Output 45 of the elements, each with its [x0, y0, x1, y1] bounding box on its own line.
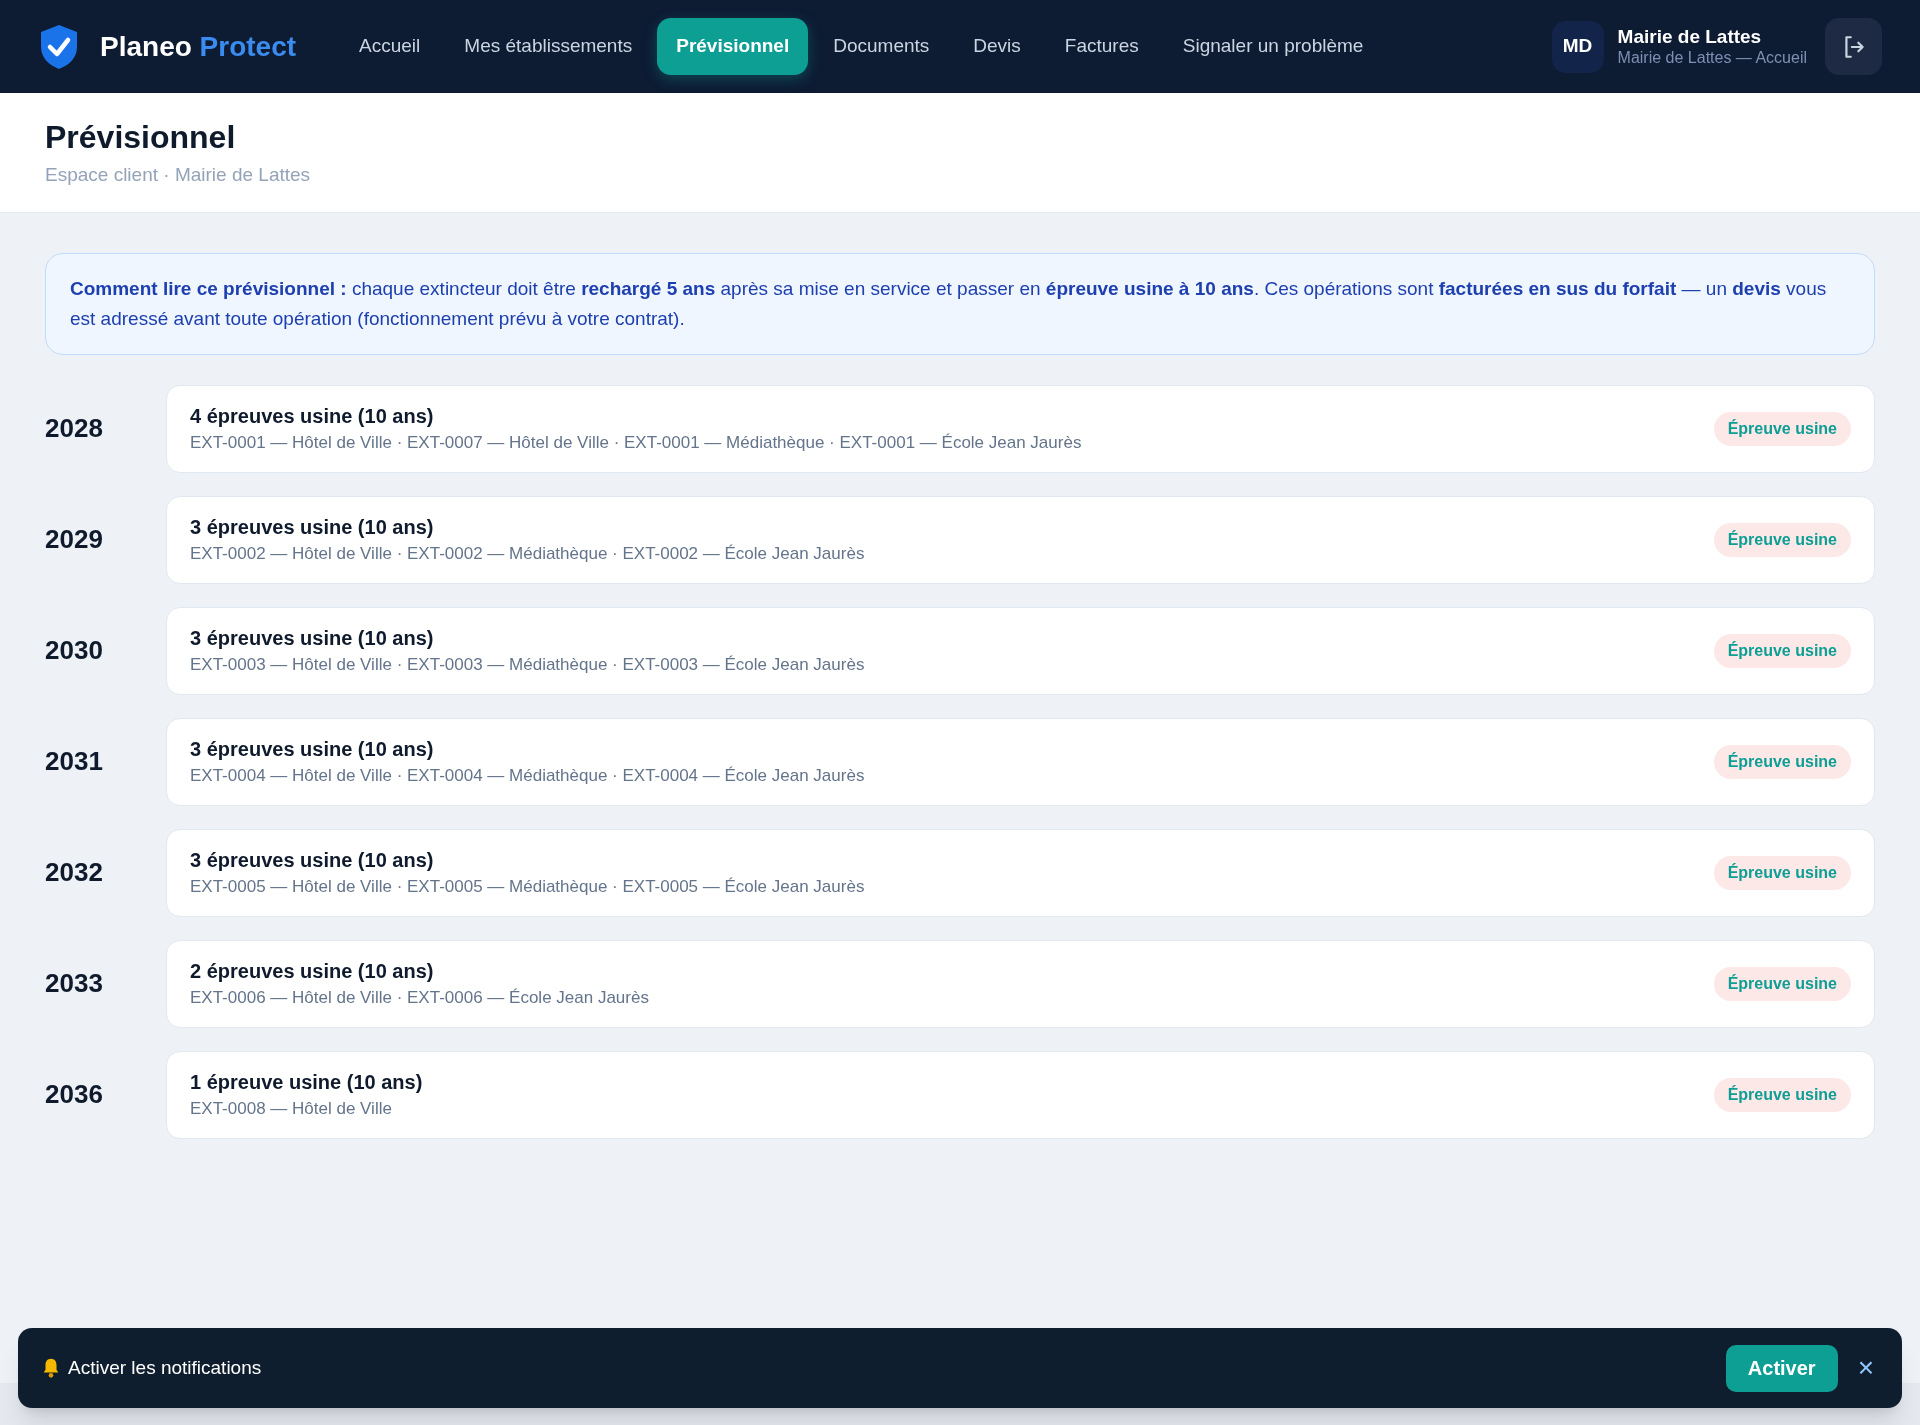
page-title: Prévisionnel	[45, 118, 237, 157]
user-avatar: MD	[1551, 20, 1604, 73]
close-button[interactable]: ×	[1851, 1354, 1880, 1382]
card-title: 3 épreuves usine (10 ans)	[190, 847, 435, 873]
logout-button[interactable]	[1825, 18, 1882, 75]
year-label: 2032	[45, 856, 104, 889]
status-badge: Épreuve usine	[1713, 522, 1851, 557]
extinguisher-list: EXT-0006 — Hôtel de Ville · EXT-0006 — École Jean Jaurès	[190, 986, 649, 1009]
notification-text: Activer les notifications	[68, 1355, 262, 1380]
brand-logo[interactable]: Planeo Protect	[100, 25, 297, 68]
extinguisher-list: EXT-0005 — Hôtel de Ville · EXT-0005 — Médiathèque · EXT-0005 — École Jean Jaurès	[190, 875, 865, 898]
nav-tab[interactable]: Accueil	[340, 18, 440, 75]
nav-tab[interactable]: Documents	[814, 18, 949, 75]
user-subtitle: Mairie de Lattes — Accueil	[1617, 48, 1807, 69]
nav-tab[interactable]: Mes établissements	[445, 18, 652, 75]
card-title: 4 épreuves usine (10 ans)	[190, 403, 435, 429]
status-badge: Épreuve usine	[1713, 411, 1851, 446]
extinguisher-list: EXT-0003 — Hôtel de Ville · EXT-0003 — Médiathèque · EXT-0003 — École Jean Jaurès	[190, 653, 865, 676]
status-badge: Épreuve usine	[1713, 633, 1851, 668]
year-label: 2031	[45, 745, 104, 778]
nav-tab[interactable]: Factures	[1045, 18, 1158, 75]
year-label: 2030	[45, 634, 104, 667]
card-title: 3 épreuves usine (10 ans)	[190, 736, 435, 762]
extinguisher-list: EXT-0002 — Hôtel de Ville · EXT-0002 — Médiathèque · EXT-0002 — École Jean Jaurès	[190, 542, 865, 565]
card-title: 1 épreuve usine (10 ans)	[190, 1069, 423, 1095]
status-badge: Épreuve usine	[1713, 966, 1851, 1001]
nav-tab[interactable]: Signaler un problème	[1163, 18, 1383, 75]
year-label: 2033	[45, 967, 104, 1000]
status-badge: Épreuve usine	[1713, 855, 1851, 890]
user-name: Mairie de Lattes	[1617, 24, 1763, 49]
card-title: 3 épreuves usine (10 ans)	[190, 514, 435, 540]
card-title: 2 épreuves usine (10 ans)	[190, 958, 435, 984]
year-label: 2028	[45, 412, 104, 445]
extinguisher-list: EXT-0004 — Hôtel de Ville · EXT-0004 — Médiathèque · EXT-0004 — École Jean Jaurès	[190, 764, 865, 787]
year-label: 2029	[45, 523, 104, 556]
extinguisher-list: EXT-0001 — Hôtel de Ville · EXT-0007 — Hôtel de Ville · EXT-0001 — Médiathèque · EXT-0001 — École Jean Jaurès	[190, 431, 1082, 454]
extinguisher-list: EXT-0008 — Hôtel de Ville	[190, 1097, 423, 1120]
nav-tab[interactable]: Devis	[954, 18, 1040, 75]
status-badge: Épreuve usine	[1713, 1077, 1851, 1112]
breadcrumb: Espace client · Mairie de Lattes	[45, 163, 312, 187]
shield-check-icon	[38, 22, 80, 71]
card-title: 3 épreuves usine (10 ans)	[190, 625, 435, 651]
year-label: 2036	[45, 1078, 104, 1111]
info-text: Comment lire ce prévisionnel : chaque extincteur doit être rechargé 5 ans après sa mise en service et passer en épreuve usine à 10 ans. Ces opérations sont facturées en sus du forfait — un devis vous est adressé avant toute opération (fonctionnement prévu à votre contrat).	[70, 276, 1828, 331]
status-badge: Épreuve usine	[1713, 744, 1851, 779]
